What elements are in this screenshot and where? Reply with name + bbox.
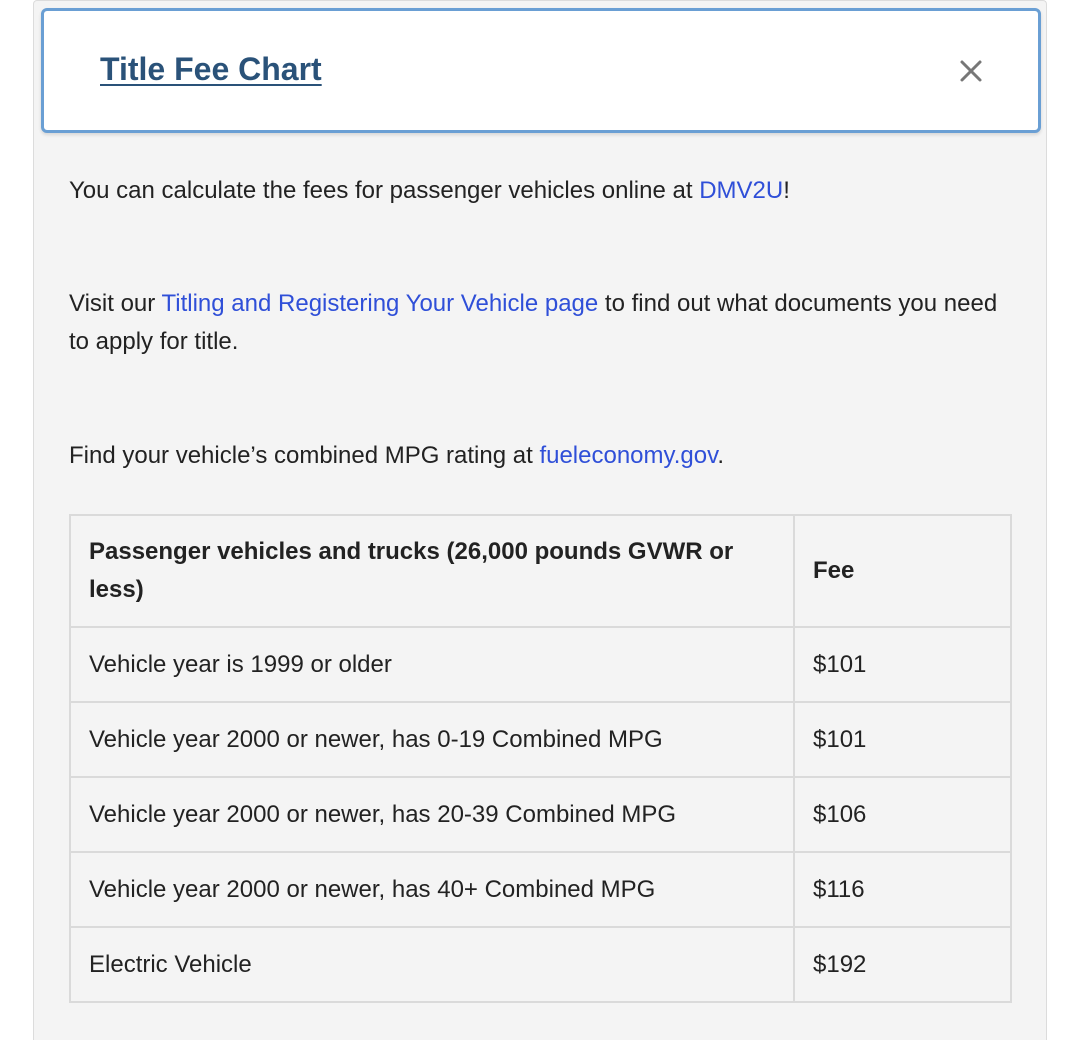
table-row: Vehicle year is 1999 or older $101 [69, 626, 1012, 703]
vehicle-cell: Vehicle year 2000 or newer, has 40+ Comb… [69, 851, 795, 928]
fee-cell: $192 [793, 926, 1012, 1003]
vehicle-cell: Vehicle year 2000 or newer, has 20-39 Co… [69, 776, 795, 853]
vehicle-cell: Electric Vehicle [69, 926, 795, 1003]
titling-text: Visit our [69, 290, 162, 317]
mpg-text-end: . [717, 442, 724, 469]
fee-cell: $101 [793, 701, 1012, 778]
mpg-text: Find your vehicle’s combined MPG rating … [69, 442, 540, 469]
fee-cell: $116 [793, 851, 1012, 928]
table-row: Vehicle year 2000 or newer, has 20-39 Co… [69, 776, 1012, 853]
dmv2u-link[interactable]: DMV2U [699, 177, 783, 204]
titling-paragraph: Visit our Titling and Registering Your V… [69, 285, 1013, 361]
fee-cell: $101 [793, 626, 1012, 703]
vehicle-cell: Vehicle year 2000 or newer, has 0-19 Com… [69, 701, 795, 778]
fee-table: Passenger vehicles and trucks (26,000 po… [69, 514, 1012, 1003]
dmv2u-text-end: ! [783, 177, 790, 204]
dmv2u-text: You can calculate the fees for passenger… [69, 177, 700, 204]
mpg-paragraph: Find your vehicle’s combined MPG rating … [69, 437, 1013, 475]
accordion-title[interactable]: Title Fee Chart [100, 51, 322, 88]
fueleconomy-link[interactable]: fueleconomy.gov [539, 442, 717, 469]
accordion-header[interactable]: Title Fee Chart [41, 8, 1041, 133]
vehicle-column-header: Passenger vehicles and trucks (26,000 po… [69, 514, 795, 628]
table-row: Vehicle year 2000 or newer, has 0-19 Com… [69, 701, 1012, 778]
fee-cell: $106 [793, 776, 1012, 853]
vehicle-cell: Vehicle year is 1999 or older [69, 626, 795, 703]
close-icon[interactable] [956, 56, 986, 86]
titling-registering-link[interactable]: Titling and Registering Your Vehicle pag… [162, 290, 599, 317]
table-row: Vehicle year 2000 or newer, has 40+ Comb… [69, 851, 1012, 928]
fee-column-header: Fee [793, 514, 1012, 628]
table-header-row: Passenger vehicles and trucks (26,000 po… [69, 514, 1012, 628]
dmv2u-paragraph: You can calculate the fees for passenger… [69, 172, 1013, 210]
title-fee-chart-panel: Title Fee Chart You can calculate the fe… [33, 0, 1047, 1040]
table-row: Electric Vehicle $192 [69, 926, 1012, 1003]
